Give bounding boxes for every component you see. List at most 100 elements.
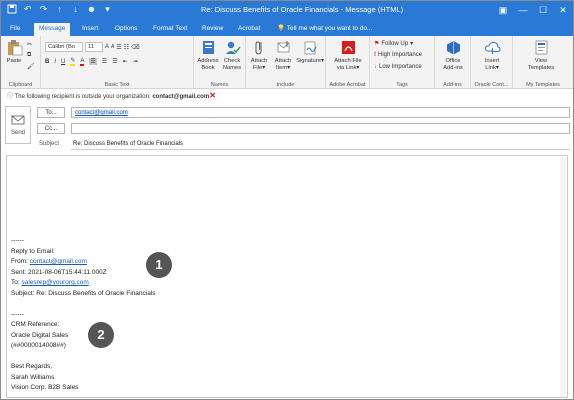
shrink-font-icon[interactable]: A xyxy=(111,44,114,50)
tab-file[interactable]: File xyxy=(5,23,25,36)
to-email-link[interactable]: salesrep@yourorg.com xyxy=(21,279,88,286)
underline-button[interactable]: U xyxy=(61,59,65,65)
clear-format-icon[interactable]: ⌫ xyxy=(131,44,139,51)
cc-field[interactable] xyxy=(71,123,570,134)
add-ins-label: Add-ins xyxy=(443,82,462,88)
view-templates-button[interactable]: View Templates xyxy=(523,39,559,72)
font-size-select[interactable]: 11 xyxy=(85,42,103,52)
scrollbar[interactable] xyxy=(560,157,566,397)
copy-icon[interactable]: ⧉ xyxy=(27,52,31,59)
to-recipient[interactable]: contact@gmail.com xyxy=(74,110,129,116)
italic-button[interactable]: I xyxy=(54,59,56,65)
high-importance-button[interactable]: ! High Importance xyxy=(374,52,422,58)
cut-icon[interactable]: ✂ xyxy=(27,41,32,48)
tab-format-text[interactable]: Format Text xyxy=(148,23,192,36)
attach-file-button[interactable]: Attach File▾ xyxy=(248,39,270,72)
my-templates-group: View Templates My Templates xyxy=(513,36,573,89)
check-names-icon xyxy=(225,41,241,54)
adobe-acrobat-group: Attach File via Link▾ Adobe Acrobat xyxy=(326,36,370,89)
attach-item-button[interactable]: Attach Item▾ xyxy=(271,39,295,72)
down-arrow-icon[interactable]: ↓ xyxy=(70,4,81,15)
cc-button[interactable]: Cc... xyxy=(37,123,65,134)
tab-options[interactable]: Options xyxy=(110,23,142,36)
person-icon[interactable]: ☻ xyxy=(86,4,97,15)
send-button[interactable]: Send xyxy=(5,106,31,144)
to-button[interactable]: To... xyxy=(37,107,65,118)
chevron-down-icon: ▾ xyxy=(287,65,291,71)
office-add-ins-button[interactable]: Office Add-ins xyxy=(438,39,468,72)
address-book-button[interactable]: Address Book xyxy=(196,39,220,72)
ribbon-display-icon[interactable]: ▣ xyxy=(493,1,513,20)
lightbulb-icon: 💡 xyxy=(277,25,287,32)
low-importance-icon: ↓ xyxy=(374,64,377,70)
minimize-icon[interactable]: — xyxy=(513,1,533,20)
to-field[interactable]: contact@gmail.com xyxy=(71,107,570,118)
message-body[interactable]: ------ Reply to Email: From: contact@gma… xyxy=(6,155,568,398)
low-importance-button[interactable]: ↓ Low Importance xyxy=(374,64,422,70)
highlight-icon[interactable]: ✎ xyxy=(70,57,76,66)
font-color-button[interactable]: A xyxy=(80,58,85,66)
align-center-icon[interactable]: ☰ xyxy=(102,58,107,65)
numbering-icon[interactable]: ☷ xyxy=(124,44,129,51)
message-window: ↶ ↷ ↑ ↓ ☻ ▾ Re: Discuss Benefits of Orac… xyxy=(0,0,574,400)
from-email-link[interactable]: contact@gmail.com xyxy=(30,258,87,265)
paperclip-icon xyxy=(255,41,261,55)
subject-field[interactable]: Re: Discuss Benefits of Oracle Financial… xyxy=(71,139,570,150)
chevron-down-icon: ▾ xyxy=(356,65,360,71)
follow-up-button[interactable]: ⚑ Follow Up ▾ xyxy=(374,40,414,48)
insert-link-button[interactable]: Insert Link▾ xyxy=(477,39,507,72)
increase-indent-icon[interactable]: ⇥ xyxy=(133,58,138,65)
remove-recipient-icon[interactable]: ✕ xyxy=(209,91,216,100)
separator-line: ------ xyxy=(11,237,24,244)
acrobat-icon xyxy=(341,41,355,54)
check-names-button[interactable]: Check Names xyxy=(220,39,244,72)
reference-id-line: (##0000014008##) xyxy=(11,342,66,349)
external-recipient-infobar: ⓘ The following recipient is outside you… xyxy=(1,89,573,102)
oracle-content-group: Insert Link▾ Oracle Cont... xyxy=(471,36,513,89)
include-group: Attach File▾ Attach Item▾ Signature▾ Inclu… xyxy=(246,36,326,89)
bullets-icon[interactable]: ☰ xyxy=(116,44,121,51)
align-left-icon[interactable]: ☰ xyxy=(89,58,97,65)
cloud-link-icon xyxy=(484,41,501,54)
body-text: ------ Reply to Email: From: contact@gma… xyxy=(11,236,156,394)
undo-icon[interactable]: ↶ xyxy=(22,4,33,15)
up-arrow-icon[interactable]: ↑ xyxy=(54,4,65,15)
crm-reference-line: CRM Reference: xyxy=(11,321,60,328)
tags-group: ⚑ Follow Up ▾ ! High Importance ↓ Low Imp… xyxy=(370,36,435,89)
attach-file-via-link-button[interactable]: Attach File via Link▾ xyxy=(329,39,367,72)
maximize-icon[interactable]: ☐ xyxy=(533,1,553,20)
basic-text-group: Calibri (Bo 11 A A ☰ ☷ ⌫ B I U ✎ A ☰ ☰ ☰… xyxy=(41,36,194,89)
window-title: Re: Discuss Benefits of Oracle Financial… xyxy=(201,5,404,14)
bold-button[interactable]: B xyxy=(45,59,49,65)
clipboard-label: Clipboard xyxy=(8,82,33,88)
close-icon[interactable]: ✕ xyxy=(553,1,573,20)
signature-button[interactable]: Signature▾ xyxy=(296,39,324,65)
save-icon[interactable] xyxy=(6,4,17,15)
grow-font-icon[interactable]: A xyxy=(105,44,109,50)
to-line: To: salesrep@yourorg.com xyxy=(11,279,89,286)
tell-me-search[interactable]: 💡 Tell me what you want to do... xyxy=(277,23,372,35)
font-name-select[interactable]: Calibri (Bo xyxy=(45,42,83,52)
tab-insert[interactable]: Insert xyxy=(77,23,103,36)
include-label: Include xyxy=(276,82,295,88)
tab-acrobat[interactable]: Acrobat xyxy=(233,23,265,36)
oracle-content-label: Oracle Cont... xyxy=(474,82,509,88)
decrease-indent-icon[interactable]: ⇤ xyxy=(123,58,128,65)
paste-button[interactable]: Paste xyxy=(4,39,24,65)
tab-message[interactable]: Message xyxy=(34,23,71,36)
organization-line: Oracle Digital Sales xyxy=(11,331,69,339)
chevron-down-icon: ▾ xyxy=(410,41,414,47)
tab-review[interactable]: Review xyxy=(197,23,228,36)
customize-icon[interactable]: ▾ xyxy=(102,4,113,15)
format-painter-icon[interactable]: 🖌 xyxy=(27,63,35,70)
redo-icon[interactable]: ↷ xyxy=(38,4,49,15)
align-right-icon[interactable]: ☰ xyxy=(112,58,117,65)
subject-line: Subject: Re: Discuss Benefits of Oracle … xyxy=(11,289,156,297)
flag-icon: ⚑ xyxy=(374,41,380,47)
names-group: Address Book Check Names Names xyxy=(194,36,246,89)
callout-badge-1: 1 xyxy=(146,252,172,278)
address-book-icon xyxy=(202,41,214,54)
basic-text-label: Basic Text xyxy=(104,82,130,88)
paste-icon xyxy=(7,40,22,56)
chevron-down-icon: ▾ xyxy=(495,65,499,71)
